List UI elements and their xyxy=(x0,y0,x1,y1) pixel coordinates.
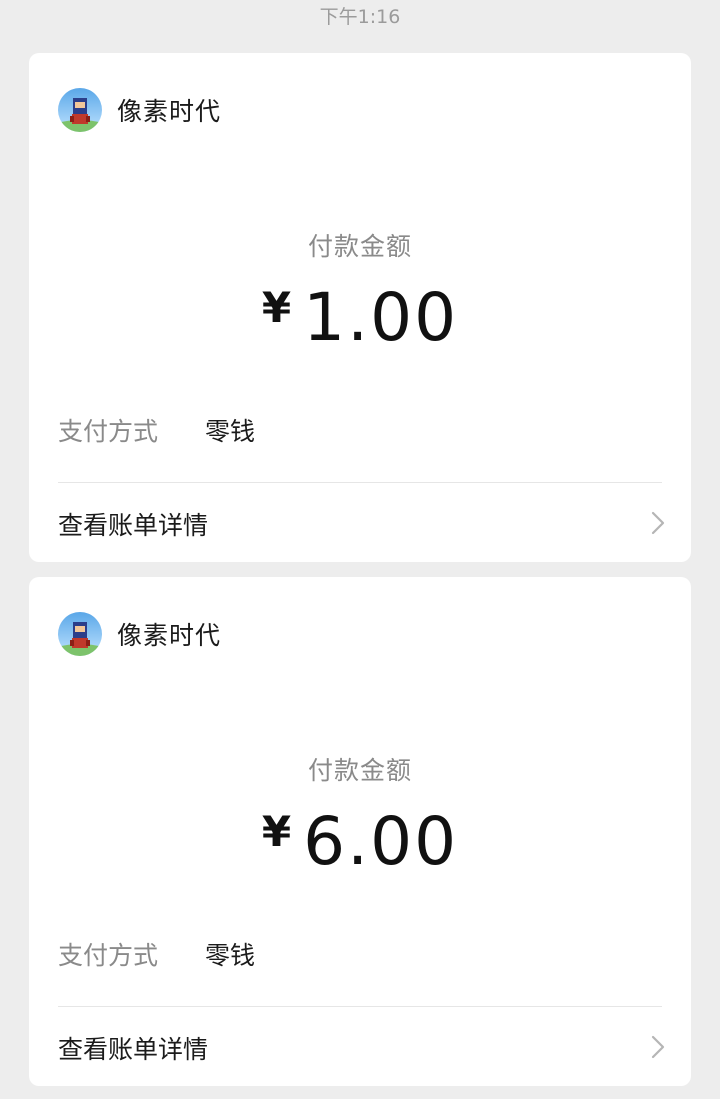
merchant-header[interactable]: 像素时代 xyxy=(58,88,221,132)
payment-method-row: 支付方式 零钱 xyxy=(58,936,255,972)
merchant-avatar[interactable] xyxy=(58,612,102,656)
payment-method-label: 支付方式 xyxy=(58,941,159,970)
view-bill-details-link[interactable]: 查看账单详情 xyxy=(29,483,691,562)
view-bill-details-link[interactable]: 查看账单详情 xyxy=(29,1007,691,1086)
amount-value: 6.00 xyxy=(303,803,459,880)
payment-method-row: 支付方式 零钱 xyxy=(58,412,255,448)
view-bill-details-label: 查看账单详情 xyxy=(58,1035,209,1064)
merchant-header[interactable]: 像素时代 xyxy=(58,612,221,656)
payment-card[interactable]: 像素时代 付款金额 ¥6.00 支付方式 零钱 查看账单详情 xyxy=(29,577,691,1086)
payment-amount: ¥1.00 xyxy=(29,279,691,356)
chevron-right-icon xyxy=(651,1035,665,1059)
payment-method-value: 零钱 xyxy=(205,417,256,446)
merchant-avatar[interactable] xyxy=(58,88,102,132)
payment-amount: ¥6.00 xyxy=(29,803,691,880)
merchant-logo-icon xyxy=(58,88,102,132)
payment-method-value: 零钱 xyxy=(205,941,256,970)
merchant-name: 像素时代 xyxy=(117,621,222,650)
currency-symbol: ¥ xyxy=(261,807,292,856)
amount-value: 1.00 xyxy=(303,279,459,356)
currency-symbol: ¥ xyxy=(261,283,292,332)
amount-label: 付款金额 xyxy=(307,232,412,261)
message-timestamp: 下午1:16 xyxy=(319,6,401,28)
merchant-name: 像素时代 xyxy=(117,97,222,126)
amount-label: 付款金额 xyxy=(307,756,412,785)
payment-card[interactable]: 像素时代 付款金额 ¥1.00 支付方式 零钱 查看账单详情 xyxy=(29,53,691,562)
view-bill-details-label: 查看账单详情 xyxy=(58,511,209,540)
merchant-logo-icon xyxy=(58,612,102,656)
chevron-right-icon xyxy=(651,511,665,535)
payment-method-label: 支付方式 xyxy=(58,417,159,446)
